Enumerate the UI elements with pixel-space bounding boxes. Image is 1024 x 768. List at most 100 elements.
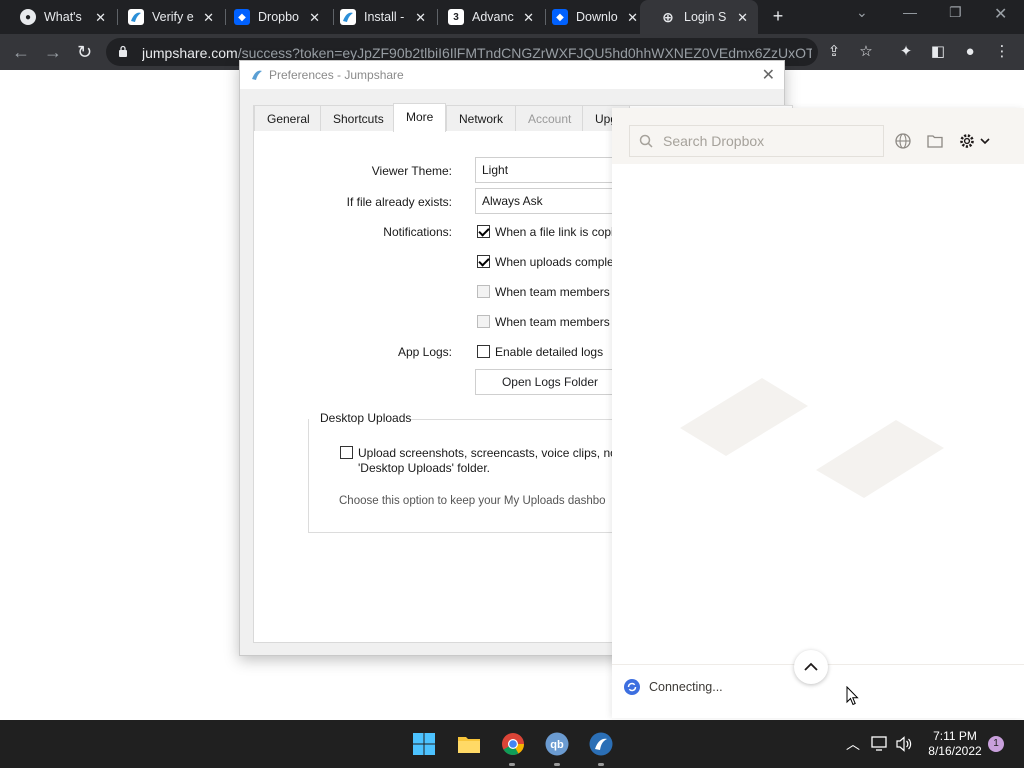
tab-login[interactable]: ⊕ Login S ✕ [640, 0, 758, 34]
extensions-puzzle-icon[interactable]: ✦ [897, 43, 915, 61]
more-menu-icon[interactable]: ⋮ [993, 43, 1011, 61]
tab-account[interactable]: Account [515, 105, 585, 131]
side-panel-icon[interactable]: ◧ [929, 43, 947, 61]
volume-icon[interactable] [895, 736, 913, 752]
mouse-cursor-icon [846, 686, 859, 706]
close-icon[interactable]: ✕ [762, 65, 775, 85]
forward-arrow-icon[interactable]: → [44, 42, 62, 62]
network-icon[interactable] [871, 736, 889, 752]
minimize-icon[interactable]: — [903, 4, 917, 20]
window-close-icon[interactable]: ✕ [994, 4, 1007, 24]
dropbox-search-input[interactable]: Search Dropbox [629, 125, 884, 157]
new-tab-button[interactable]: + [768, 6, 788, 26]
tab-network[interactable]: Network [446, 105, 517, 131]
app-logs-label: App Logs: [397, 345, 452, 359]
clock[interactable]: 7:11 PM 8/16/2022 [920, 729, 990, 759]
folder-icon[interactable] [926, 132, 944, 150]
jumpshare-icon [252, 70, 262, 80]
desktop-uploads-title: Desktop Uploads [320, 411, 412, 425]
tab-install[interactable]: Install - ✕ [320, 0, 436, 34]
desktop-uploads-hint: Choose this option to keep your My Uploa… [339, 495, 606, 507]
window-title: Preferences - Jumpshare [269, 68, 404, 82]
globe-icon: ⊕ [662, 8, 674, 25]
running-indicator [509, 763, 515, 766]
notification-option-label: When a file link is copi [495, 225, 614, 239]
chrome-icon[interactable] [501, 732, 525, 756]
viewer-theme-label: Viewer Theme: [371, 164, 452, 178]
url-host: jumpshare.com [142, 45, 238, 61]
desktop-uploads-checkbox[interactable] [340, 446, 353, 459]
url-text: jumpshare.com/success?token=eyJpZF90b2tl… [142, 45, 812, 61]
viewer-theme-select[interactable]: Light [475, 157, 625, 183]
jumpshare-icon [128, 9, 144, 25]
file-exists-select[interactable]: Always Ask [475, 188, 625, 214]
notification-option-label: When uploads comple [495, 255, 614, 269]
qbittorrent-icon[interactable]: qb [545, 732, 569, 756]
share-icon[interactable]: ⇪ [825, 43, 843, 61]
tab-advanced[interactable]: 3 Advanc ✕ [428, 0, 544, 34]
app-icon: 3 [448, 9, 464, 25]
clock-time: 7:11 PM [933, 729, 977, 743]
notification-checkbox[interactable] [477, 255, 490, 268]
browser-tab-strip: ● What's ✕ Verify e ✕ ◆ Dropbo ✕ Install… [0, 0, 1024, 34]
back-arrow-icon[interactable]: ← [12, 42, 30, 62]
expand-panel-button[interactable] [794, 650, 828, 684]
tab-title: Login S [684, 10, 726, 24]
close-icon[interactable]: ✕ [203, 10, 214, 26]
tab-search-chevron-icon[interactable]: ⌄ [856, 4, 868, 21]
close-icon[interactable]: ✕ [627, 10, 638, 26]
tab-title: Downlo [576, 10, 618, 24]
tab-whats[interactable]: ● What's ✕ [0, 0, 116, 34]
lock-icon [119, 45, 127, 57]
open-logs-folder-button[interactable]: Open Logs Folder [475, 369, 625, 395]
tab-more[interactable]: More [393, 103, 447, 132]
close-icon[interactable]: ✕ [415, 10, 426, 26]
desktop-uploads-group [308, 419, 628, 533]
tab-title: What's [44, 10, 82, 24]
tab-title: Advanc [472, 10, 514, 24]
preferences-titlebar: Preferences - Jumpshare ✕ [240, 61, 784, 89]
tab-title: Dropbo [258, 10, 299, 24]
url-path: /success?token=eyJpZF90b2tlbiI6IlFMTndCN… [237, 45, 812, 61]
tab-general[interactable]: General [254, 105, 323, 131]
notification-option-label: When team members [495, 285, 610, 299]
chevron-down-icon[interactable] [979, 132, 991, 150]
tab-dropbox[interactable]: ◆ Dropbo ✕ [214, 0, 330, 34]
notification-checkbox[interactable] [477, 285, 490, 298]
notification-option-label: When team members [495, 315, 610, 329]
globe-icon[interactable] [894, 132, 912, 150]
notification-checkbox[interactable] [477, 225, 490, 238]
detailed-logs-checkbox[interactable] [477, 345, 490, 358]
close-icon[interactable]: ✕ [737, 10, 748, 26]
sync-status-icon [624, 679, 640, 695]
clock-date: 8/16/2022 [928, 744, 982, 758]
profile-icon[interactable]: ● [961, 43, 979, 61]
notification-badge[interactable]: 1 [988, 736, 1004, 752]
tab-verify[interactable]: Verify e ✕ [108, 0, 224, 34]
bookmark-star-icon[interactable]: ☆ [857, 43, 875, 61]
chevron-up-icon [804, 662, 818, 671]
empty-state-illustration [680, 378, 944, 498]
close-icon[interactable]: ✕ [309, 10, 320, 26]
gear-icon[interactable] [958, 132, 976, 150]
tab-download[interactable]: ◆ Downlo ✕ [532, 0, 648, 34]
desktop-uploads-text: Upload screenshots, screencasts, voice c… [358, 446, 621, 460]
jumpshare-icon[interactable] [589, 732, 613, 756]
notifications-label: Notifications: [383, 225, 452, 239]
close-icon[interactable]: ✕ [95, 10, 106, 26]
tab-title: Install - [364, 10, 405, 24]
jumpshare-icon [340, 9, 356, 25]
reload-icon[interactable]: ↻ [77, 42, 92, 62]
notification-checkbox[interactable] [477, 315, 490, 328]
dropbox-icon: ◆ [552, 9, 568, 25]
tab-shortcuts[interactable]: Shortcuts [320, 105, 397, 131]
show-hidden-icons-chevron-icon[interactable]: ︿ [846, 734, 860, 754]
file-explorer-icon[interactable] [457, 732, 481, 756]
search-icon [639, 134, 653, 148]
restore-icon[interactable]: ❐ [949, 4, 962, 21]
file-exists-label: If file already exists: [346, 195, 452, 209]
search-placeholder: Search Dropbox [663, 133, 765, 149]
svg-text:qb: qb [550, 739, 564, 751]
dropbox-icon: ◆ [234, 9, 250, 25]
windows-start-icon[interactable] [412, 732, 436, 756]
